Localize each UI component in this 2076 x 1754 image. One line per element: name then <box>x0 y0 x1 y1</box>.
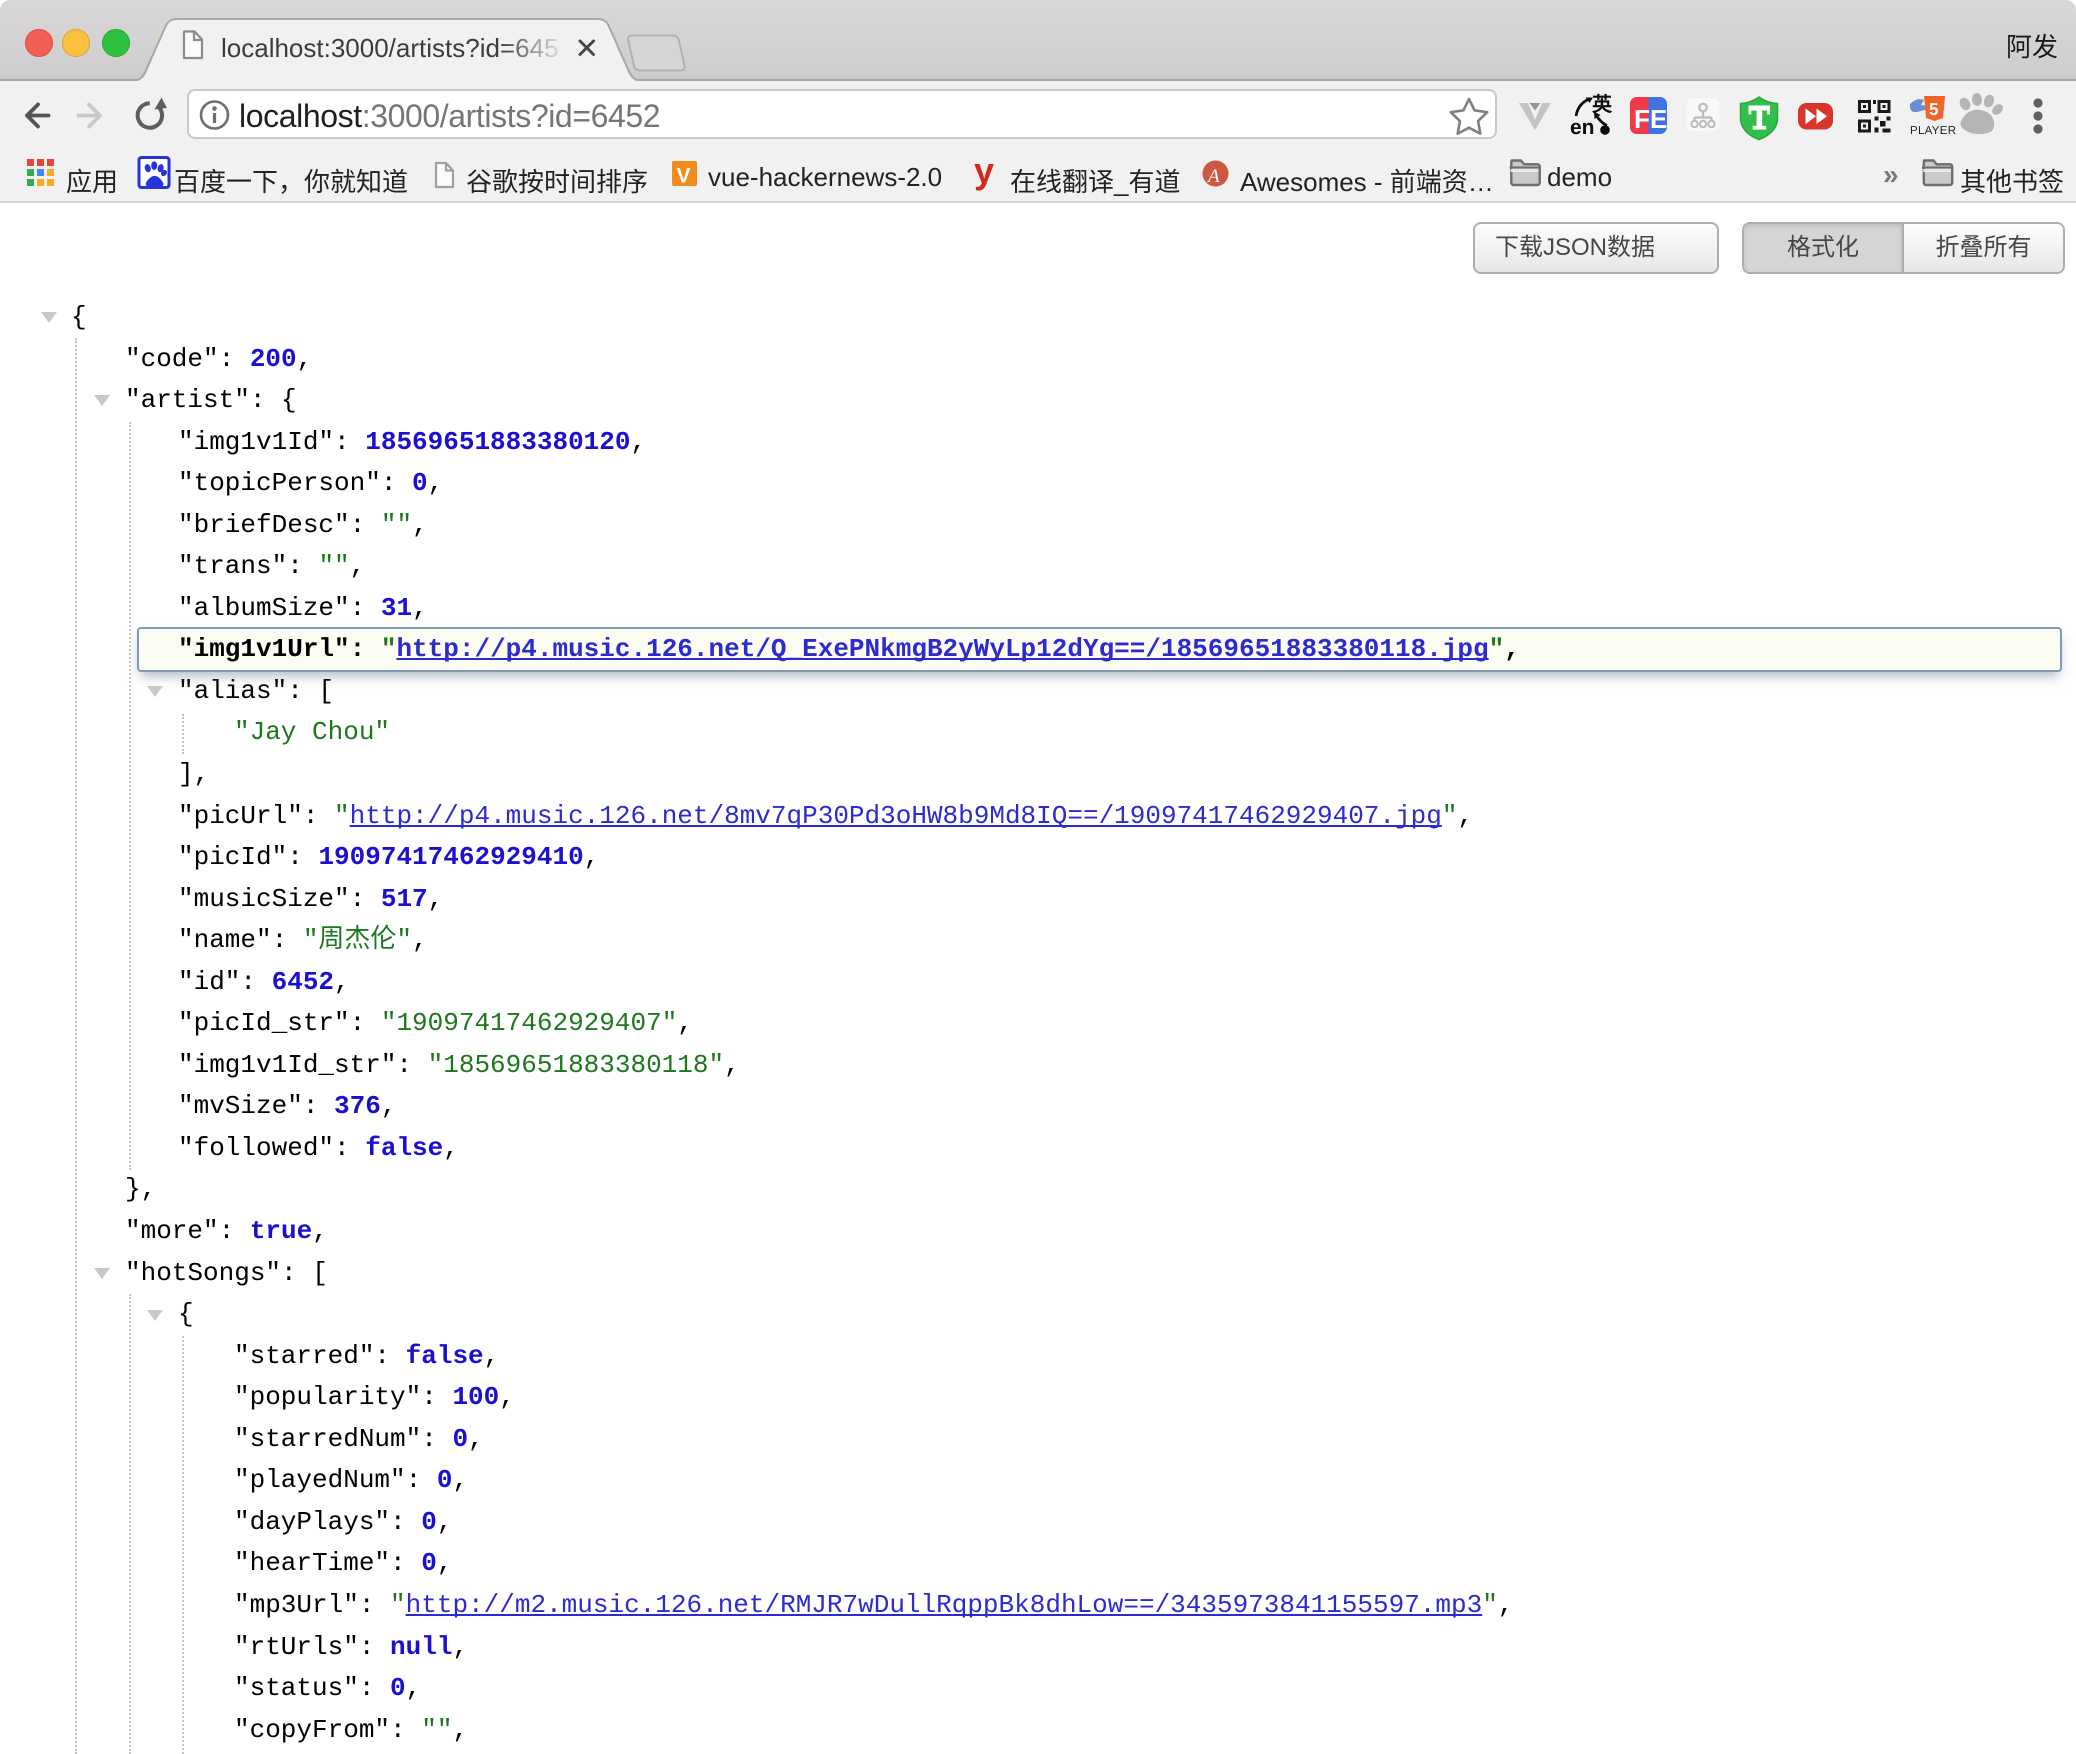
svg-text:PLAYER: PLAYER <box>1910 125 1956 137</box>
svg-text:A: A <box>1206 166 1220 187</box>
svg-text:F: F <box>1634 104 1650 134</box>
svg-text:V: V <box>677 165 691 188</box>
svg-text:en: en <box>1570 116 1595 139</box>
svg-text:5: 5 <box>1929 100 1938 119</box>
svg-text:E: E <box>1650 104 1667 134</box>
svg-text:»: » <box>1883 159 1899 190</box>
svg-text:y: y <box>974 150 994 191</box>
